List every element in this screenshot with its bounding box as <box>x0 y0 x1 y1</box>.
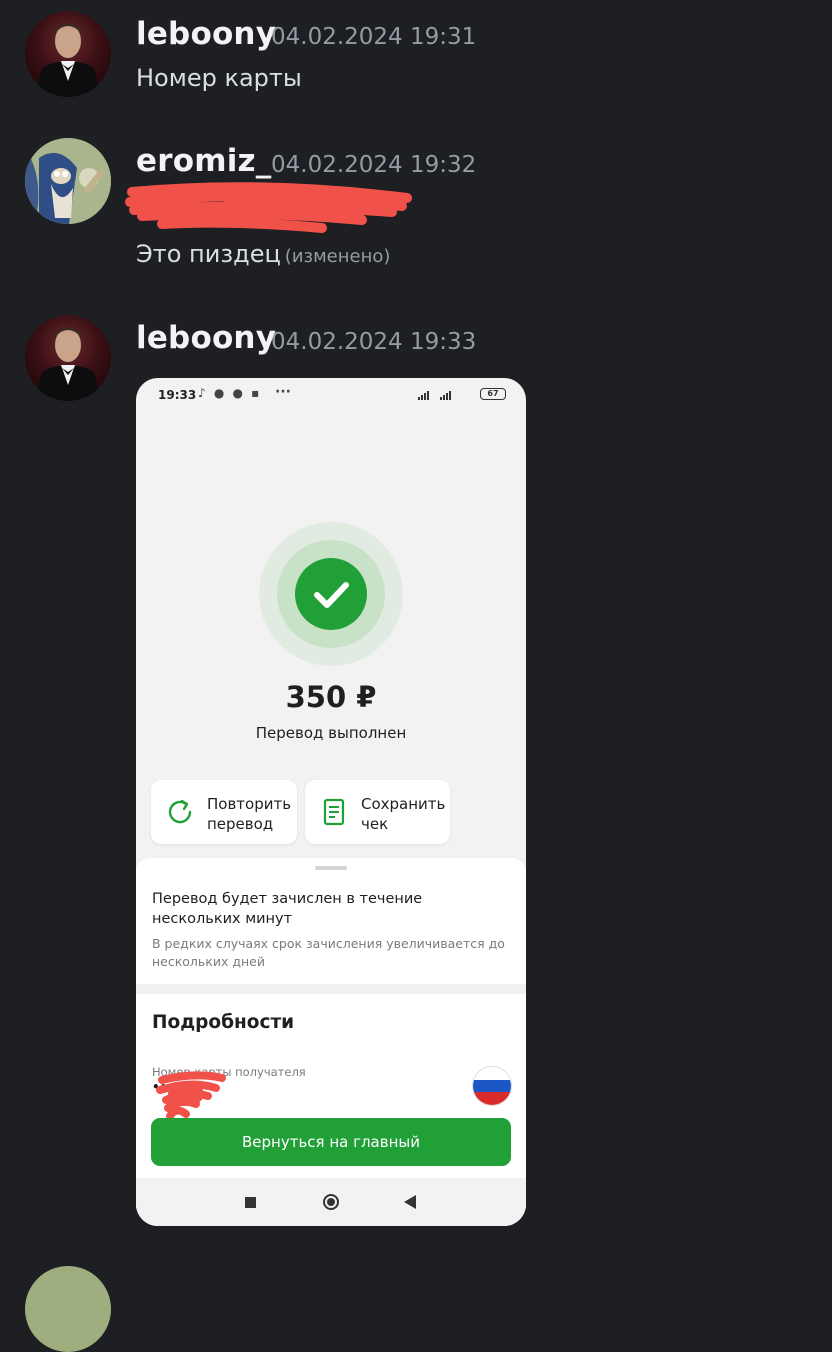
status-right: 67 <box>406 386 506 402</box>
recents-icon[interactable] <box>245 1197 256 1208</box>
timestamp: 04.02.2024 19:31 <box>271 24 477 50</box>
status-more: ··· <box>275 384 291 400</box>
repeat-transfer-label: Повторить перевод <box>207 795 292 833</box>
avatar-portrait-icon <box>33 327 103 401</box>
timestamp: 04.02.2024 19:33 <box>271 329 477 355</box>
edited-label: (изменено) <box>284 246 391 267</box>
save-receipt-label: Сохранить чек <box>361 795 446 833</box>
bottom-sheet: Перевод будет зачислен в течение несколь… <box>136 858 526 1226</box>
username[interactable]: leboony <box>136 16 276 52</box>
repeat-transfer-button[interactable]: Повторить перевод <box>151 780 297 844</box>
message-text-body: Это пиздец <box>136 240 281 268</box>
avatar[interactable] <box>25 11 111 97</box>
username[interactable]: leboony <box>136 320 276 356</box>
battery-icon: 67 <box>480 388 506 400</box>
avatar-art-icon <box>25 138 111 224</box>
message-text: Номер карты <box>136 64 302 92</box>
message-text: Это пиздец (изменено) <box>136 240 390 268</box>
save-receipt-button[interactable]: Сохранить чек <box>305 780 450 844</box>
avatar[interactable] <box>25 138 111 224</box>
checkmark-icon <box>295 558 367 630</box>
back-icon[interactable] <box>404 1195 416 1209</box>
info-subtitle: В редких случаях срок зачисления увеличи… <box>152 936 505 969</box>
avatar-portrait-icon <box>33 23 103 97</box>
avatar[interactable] <box>25 1266 111 1352</box>
status-bar: 19:33 ♪ ● ● ▪ ··· 67 <box>136 378 526 412</box>
status-time: 19:33 <box>158 388 197 402</box>
details-heading: Подробности <box>152 1012 295 1033</box>
info-title: Перевод будет зачислен в течение несколь… <box>152 891 423 927</box>
timestamp: 04.02.2024 19:32 <box>271 152 477 178</box>
attachment-screenshot[interactable]: 19:33 ♪ ● ● ▪ ··· 67 350 ₽ Перевод выпол… <box>136 378 526 1226</box>
notification-icons: ♪ ● ● ▪ <box>198 386 262 400</box>
avatar[interactable] <box>25 315 111 401</box>
transfer-amount: 350 ₽ <box>285 680 377 714</box>
home-icon[interactable] <box>323 1194 339 1210</box>
return-home-button[interactable]: Вернуться на главный <box>151 1118 511 1166</box>
russia-flag-icon <box>472 1066 512 1106</box>
redaction-scribble <box>125 182 412 233</box>
info-card: Перевод будет зачислен в течение несколь… <box>136 858 526 984</box>
transfer-status: Перевод выполнен <box>255 724 407 742</box>
username[interactable]: eromiz_ <box>136 143 271 179</box>
receipt-icon <box>323 798 345 826</box>
android-navbar <box>136 1178 526 1226</box>
refresh-icon <box>168 799 192 824</box>
sheet-handle[interactable] <box>315 866 347 870</box>
signal-icon <box>418 391 451 400</box>
